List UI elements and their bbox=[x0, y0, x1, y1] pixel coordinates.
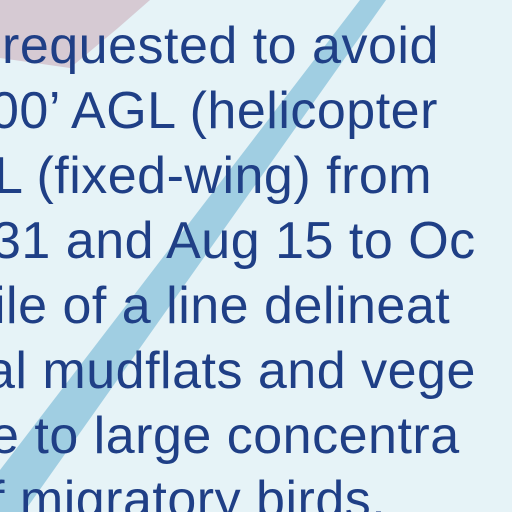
advisory-line-7: e to large concentra bbox=[0, 407, 460, 465]
advisory-line-3: L (fixed-wing) from bbox=[0, 147, 433, 205]
advisory-line-2: 00’ AGL (helicopter bbox=[0, 82, 438, 140]
advisory-line-4: 31 and Aug 15 to Oc bbox=[0, 212, 476, 270]
advisory-line-8: f migratory birds. bbox=[0, 471, 387, 512]
map-notice-crop: requested to avoid 00’ AGL (helicopter L… bbox=[0, 0, 512, 512]
advisory-line-5: ile of a line delineat bbox=[0, 277, 451, 335]
advisory-text-block: requested to avoid 00’ AGL (helicopter L… bbox=[0, 0, 512, 512]
advisory-line-1: requested to avoid bbox=[2, 17, 439, 75]
advisory-line-6: al mudflats and vege bbox=[0, 342, 476, 400]
